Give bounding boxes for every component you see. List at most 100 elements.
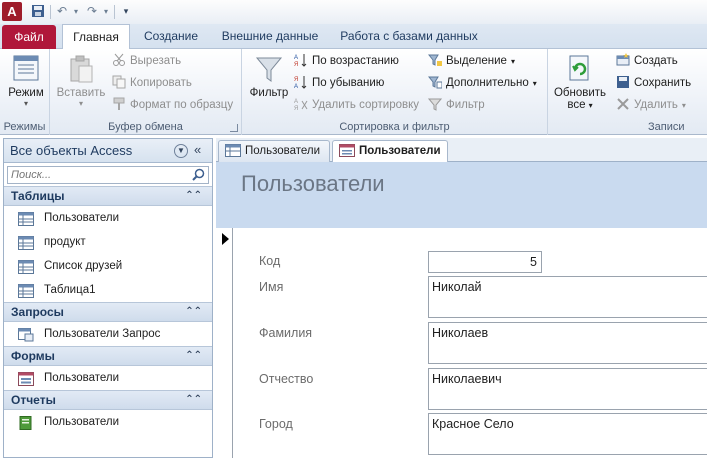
delete-dropdown-icon: ▾ (681, 101, 686, 110)
new-record-icon (616, 53, 630, 67)
field-id-input[interactable]: 5 (428, 251, 542, 273)
tab-create[interactable]: Создание (136, 24, 206, 49)
paste-button[interactable]: Вставить ▾ (56, 53, 106, 108)
sort-ascending-button[interactable]: A Я По возрастанию (294, 51, 399, 71)
cut-button[interactable]: Вырезать (112, 51, 181, 71)
advanced-filter-button[interactable]: Дополнительно ▾ (427, 73, 537, 93)
search-icon[interactable] (192, 168, 205, 181)
filter-label: Фильтр (249, 87, 289, 99)
record-selector[interactable] (216, 228, 233, 458)
collapse-section-icon: ⌃⌃ (185, 306, 202, 317)
nav-table-item[interactable]: продукт (4, 230, 212, 254)
nav-menu-dropdown-icon[interactable]: ▼ (174, 144, 188, 158)
toolbar-separator (50, 5, 51, 19)
tab-external-data[interactable]: Внешние данные (216, 24, 324, 49)
nav-section-reports[interactable]: Отчеты ⌃⌃ (4, 390, 212, 410)
field-patronymic-input[interactable]: Николаевич (428, 368, 707, 410)
save-icon[interactable] (30, 4, 46, 19)
field-label-id: Код (259, 254, 281, 268)
nav-section-forms[interactable]: Формы ⌃⌃ (4, 346, 212, 366)
doc-tab-form[interactable]: Пользователи (332, 140, 448, 163)
copy-label: Копировать (130, 77, 192, 89)
field-city-input[interactable]: Красное Село (428, 413, 707, 455)
nav-header[interactable]: Все объекты Access ▼ « (4, 139, 212, 163)
form-header: Пользователи (216, 162, 707, 228)
table-icon (18, 259, 34, 274)
svg-text:A: A (294, 84, 298, 89)
tab-home[interactable]: Главная (62, 24, 130, 50)
nav-query-item[interactable]: Пользователи Запрос (4, 322, 212, 346)
refresh-all-button[interactable]: Обновить все ▾ (552, 53, 608, 111)
save-record-label: Сохранить (634, 77, 692, 89)
refresh-label: Обновить (553, 87, 607, 99)
sort-descending-label: По убыванию (312, 77, 385, 89)
collapse-pane-icon[interactable]: « (194, 142, 201, 157)
nav-search-input[interactable] (8, 167, 186, 183)
nav-table-item[interactable]: Пользователи (4, 206, 212, 230)
sort-descending-button[interactable]: Я A По убыванию (294, 73, 384, 93)
save-record-icon (616, 75, 630, 89)
toggle-filter-button[interactable]: Фильтр (427, 95, 485, 115)
group-views-label: Режимы (3, 121, 46, 133)
selection-button[interactable]: Выделение ▾ (427, 51, 515, 71)
nav-section-queries[interactable]: Запросы ⌃⌃ (4, 302, 212, 322)
svg-text:Я: Я (294, 62, 298, 67)
save-record-button[interactable]: Сохранить (616, 73, 691, 93)
nav-section-reports-label: Отчеты (11, 393, 56, 407)
field-label-last-name: Фамилия (259, 326, 313, 340)
format-painter-button[interactable]: Формат по образцу (112, 95, 233, 115)
customize-toolbar-icon[interactable]: ▾ (118, 4, 134, 19)
ribbon: Режим ▾ Режимы Вставить ▾ Вырезать Копир… (0, 49, 707, 135)
paste-icon (66, 53, 96, 85)
nav-section-tables[interactable]: Таблицы ⌃⌃ (4, 186, 212, 206)
refresh-label-all: все (567, 99, 586, 111)
field-first-name-input[interactable]: Николай (428, 276, 707, 318)
view-button[interactable]: Режим ▾ (6, 53, 46, 108)
nav-search-box (7, 166, 209, 184)
tab-database-tools[interactable]: Работа с базами данных (334, 24, 484, 49)
refresh-label-line2: все ▾ (552, 99, 608, 111)
redo-dropdown-icon[interactable]: ▾ (98, 4, 114, 19)
doc-tab-table[interactable]: Пользователи (218, 140, 330, 162)
advanced-filter-label: Дополнительно (446, 77, 529, 89)
group-views: Режим ▾ Режимы (0, 49, 50, 135)
collapse-section-icon: ⌃⌃ (185, 350, 202, 361)
nav-form-item[interactable]: Пользователи (4, 366, 212, 390)
svg-text:A: A (294, 55, 298, 61)
delete-record-label: Удалить (634, 99, 678, 111)
nav-report-item[interactable]: Пользователи (4, 410, 212, 434)
tab-file[interactable]: Файл (2, 25, 56, 49)
undo-dropdown-icon[interactable]: ▾ (68, 4, 84, 19)
nav-item-label: Пользователи (44, 416, 120, 428)
nav-table-item[interactable]: Таблица1 (4, 278, 212, 302)
group-records-label: Записи (648, 121, 685, 133)
selection-filter-icon (427, 53, 442, 67)
filter-button[interactable]: Фильтр (246, 53, 292, 99)
view-dropdown-icon: ▾ (23, 99, 28, 108)
copy-button[interactable]: Копировать (112, 73, 192, 93)
funnel-icon (254, 53, 284, 85)
query-icon (18, 327, 34, 342)
nav-table-item[interactable]: Список друзей (4, 254, 212, 278)
field-last-name-input[interactable]: Николаев (428, 322, 707, 364)
scissors-icon (112, 53, 126, 67)
svg-text:Я: Я (294, 77, 298, 83)
group-clipboard-label: Буфер обмена (108, 121, 183, 133)
selection-label: Выделение (446, 55, 507, 67)
remove-sort-button[interactable]: A Я Удалить сортировку (294, 95, 419, 115)
group-sort-filter: Фильтр A Я По возрастанию Я A По убыванию AЯ… (242, 49, 548, 135)
table-icon (18, 235, 34, 250)
delete-icon (616, 97, 630, 111)
report-icon (18, 415, 34, 430)
delete-record-button[interactable]: Удалить ▾ (616, 95, 686, 115)
group-sort-filter-label: Сортировка и фильтр (339, 121, 450, 133)
current-record-arrow-icon (222, 233, 229, 245)
doc-tab-label: Пользователи (245, 145, 321, 157)
new-record-button[interactable]: Создать (616, 51, 678, 71)
toggle-filter-label: Фильтр (446, 99, 485, 111)
refresh-dropdown-icon: ▾ (588, 101, 593, 110)
table-icon (225, 144, 241, 157)
access-app-icon[interactable]: A (2, 2, 22, 21)
paste-dropdown-icon: ▾ (78, 99, 83, 108)
format-painter-icon (112, 97, 126, 111)
